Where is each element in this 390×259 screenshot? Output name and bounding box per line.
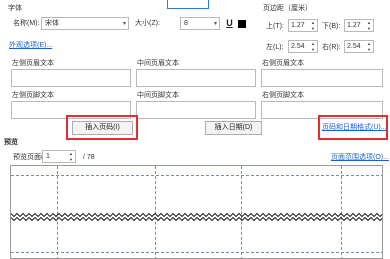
page-break-zigzag — [11, 212, 382, 222]
insert-date-button[interactable]: 插入日期(D) — [205, 121, 262, 135]
insert-page-button[interactable]: 插入页码(I) — [72, 121, 133, 135]
preview-page-input[interactable]: 1 ▲ ▼ — [42, 150, 76, 163]
header-left-label: 左侧页眉文本 — [12, 60, 54, 67]
margin-top-label: 上(T): — [266, 23, 284, 30]
header-center-textarea[interactable] — [136, 69, 256, 87]
spinner-icon[interactable]: ▲ ▼ — [68, 151, 74, 164]
header-center-label: 中间页眉文本 — [137, 60, 179, 67]
preview-title: 预览 — [4, 139, 18, 146]
spinner-icon[interactable]: ▲ ▼ — [366, 20, 372, 33]
chevron-down-icon: ▾ — [122, 21, 126, 27]
margin-left-value: 2.54 — [291, 43, 305, 50]
margin-bottom-input[interactable]: 1.27 ▲ ▼ — [344, 19, 374, 32]
margin-bottom-value: 1.27 — [347, 22, 361, 29]
margin-top-value: 1.27 — [291, 22, 305, 29]
font-size-select[interactable]: 8 ▾ — [180, 17, 220, 30]
footer-right-label: 右侧页脚文本 — [262, 92, 304, 99]
appearance-options-link[interactable]: 外观选项(E)... — [9, 41, 52, 50]
page-date-format-link[interactable]: 页码和日期格式(U)... — [322, 123, 387, 132]
spinner-icon[interactable]: ▲ ▼ — [310, 20, 316, 33]
footer-margin-guide — [11, 252, 382, 253]
margin-section-title: 页边距（厘米） — [263, 5, 312, 12]
margin-top-input[interactable]: 1.27 ▲ ▼ — [288, 19, 318, 32]
font-color-swatch[interactable] — [238, 20, 246, 28]
font-section-title: 字体 — [8, 5, 22, 12]
underline-icon: U — [226, 18, 233, 28]
page-range-options-link[interactable]: 页面范围选项(O)... — [331, 153, 389, 162]
preview-canvas — [10, 165, 383, 259]
preview-page-value: 1 — [46, 153, 50, 160]
font-size-value: 8 — [184, 20, 188, 27]
footer-center-textarea[interactable] — [136, 101, 256, 119]
underline-button[interactable]: U — [224, 17, 235, 30]
margin-left-label: 左(L): — [266, 44, 284, 51]
spinner-icon[interactable]: ▲ ▼ — [366, 41, 372, 54]
spinner-icon[interactable]: ▲ ▼ — [310, 41, 316, 54]
margin-right-value: 2.54 — [347, 43, 361, 50]
focused-field[interactable] — [167, 0, 209, 9]
font-name-select[interactable]: 宋体 ▾ — [41, 17, 129, 30]
header-right-textarea[interactable] — [261, 69, 383, 87]
margin-bottom-label: 下(B): — [322, 23, 341, 30]
margin-right-label: 右(R): — [322, 44, 341, 51]
margin-right-input[interactable]: 2.54 ▲ ▼ — [344, 40, 374, 53]
font-name-value: 宋体 — [45, 20, 59, 27]
header-left-textarea[interactable] — [11, 69, 131, 87]
font-size-label: 大小(Z): — [135, 20, 160, 27]
header-margin-guide — [11, 175, 382, 176]
footer-center-label: 中间页脚文本 — [137, 92, 179, 99]
margin-left-input[interactable]: 2.54 ▲ ▼ — [288, 40, 318, 53]
font-name-label: 名称(M): — [13, 20, 40, 27]
preview-page-total: / 78 — [83, 154, 95, 161]
chevron-down-icon: ▾ — [213, 21, 217, 27]
header-right-label: 右侧页眉文本 — [262, 60, 304, 67]
footer-left-label: 左侧页脚文本 — [12, 92, 54, 99]
